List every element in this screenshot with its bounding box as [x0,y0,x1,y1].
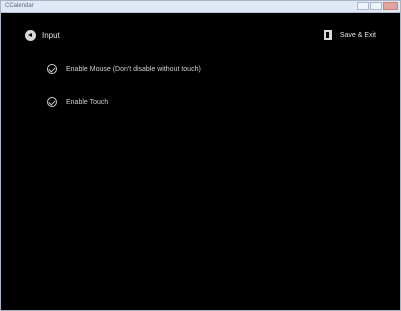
enable-touch-label: Enable Touch [66,98,109,106]
save-exit-button[interactable]: Save & Exit [323,29,376,41]
minimize-button[interactable] [357,2,369,10]
enable-mouse-label: Enable Mouse (Don't disable without touc… [66,65,201,73]
window-title: CCalendar [5,3,34,9]
close-button[interactable] [383,2,398,10]
maximize-button[interactable] [370,2,382,10]
window-controls [357,2,398,10]
enable-mouse-option[interactable]: Enable Mouse (Don't disable without touc… [47,63,367,75]
save-exit-label: Save & Exit [339,31,376,39]
checkmark-icon[interactable] [47,97,57,107]
app-window: CCalendar Input Save & Exit Enable Mouse… [0,0,401,311]
input-options: Enable Mouse (Don't disable without touc… [47,63,367,129]
save-exit-icon [323,30,332,40]
page-title: Input [42,30,60,40]
title-bar[interactable]: CCalendar [1,1,400,13]
checkmark-icon[interactable] [47,64,57,74]
enable-touch-option[interactable]: Enable Touch [47,96,367,108]
back-arrow-icon[interactable] [25,29,36,41]
page-header: Input [25,29,60,41]
